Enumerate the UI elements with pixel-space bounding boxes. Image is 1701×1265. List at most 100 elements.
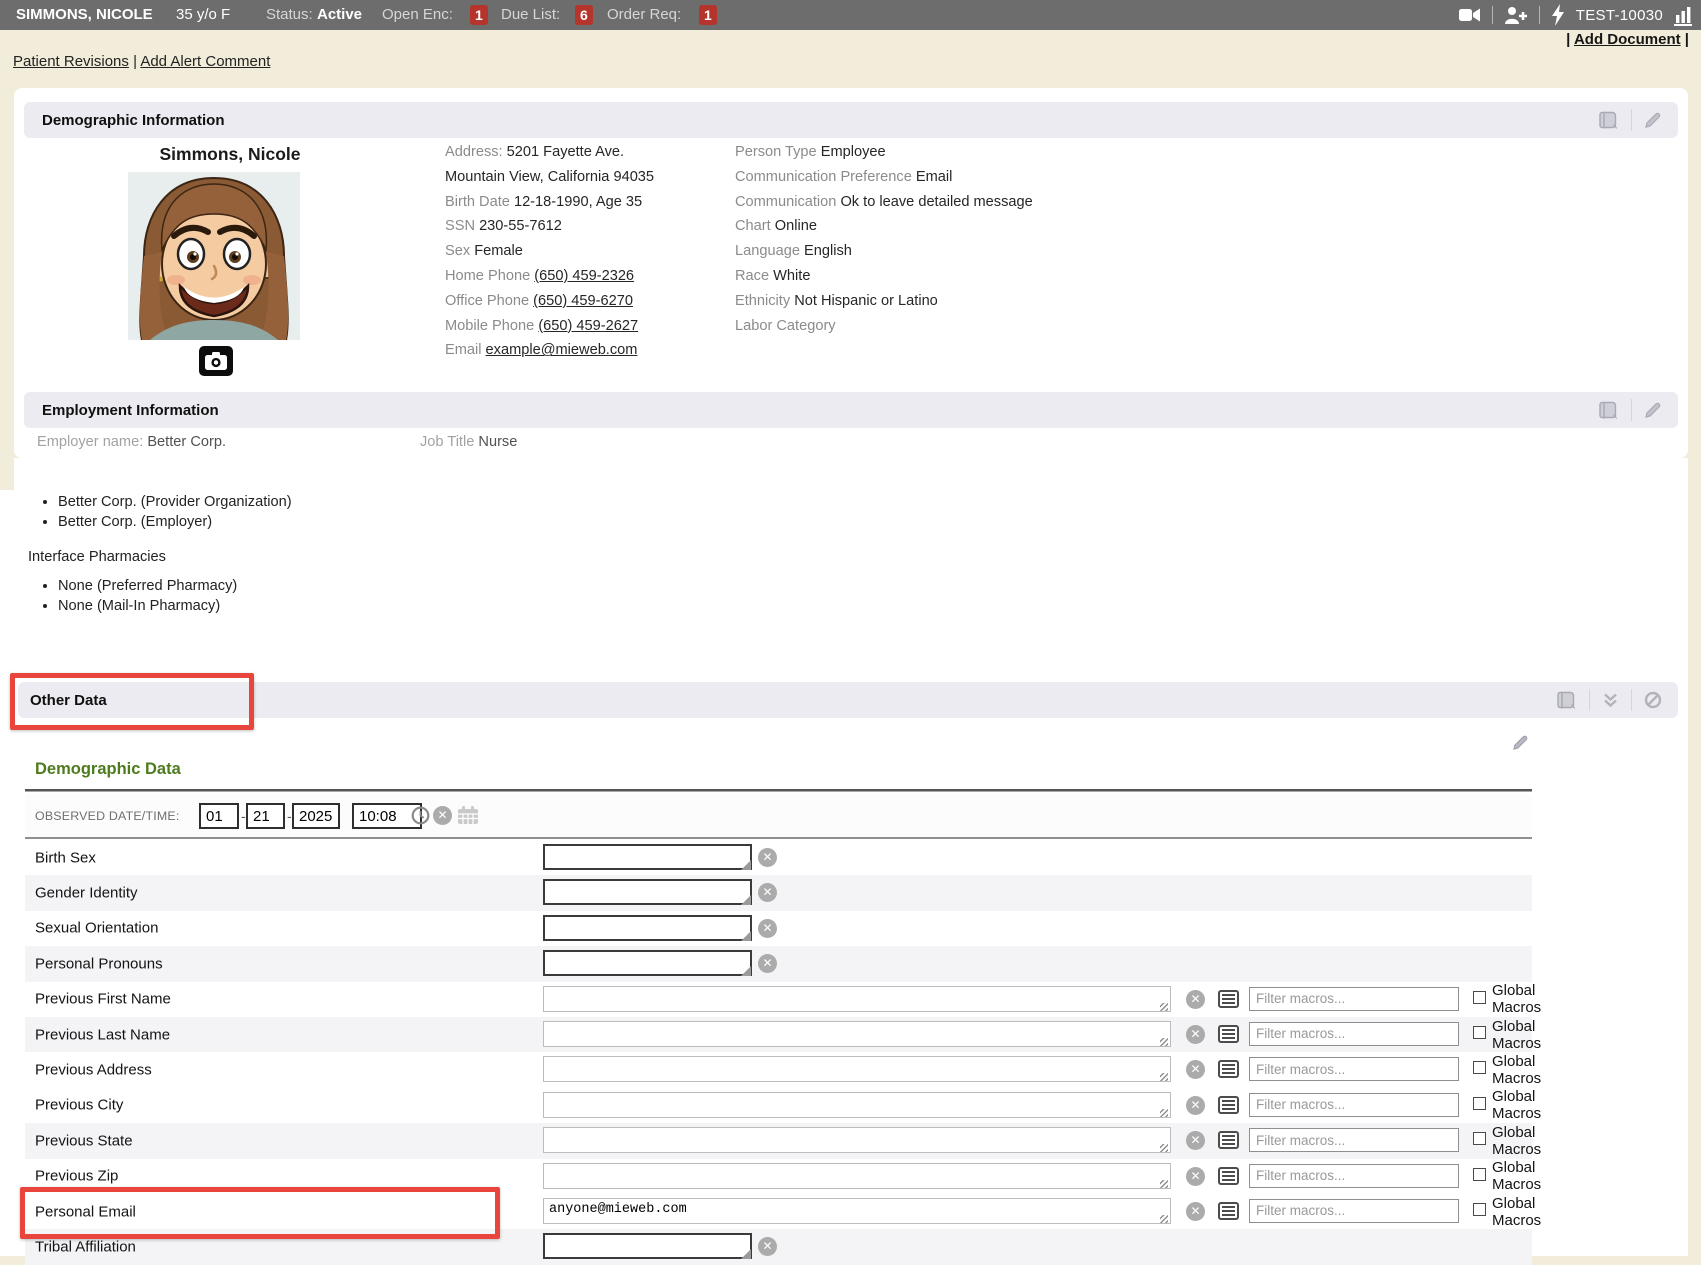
journal-icon[interactable] [1598, 401, 1619, 420]
clear-icon[interactable]: ✕ [758, 919, 777, 938]
order-req-label: Order Req: [607, 0, 681, 30]
info-field-person-type: Person Type Employee [735, 140, 1033, 165]
macro-list-icon[interactable] [1218, 1131, 1239, 1149]
row-label: Previous Address [35, 1062, 152, 1079]
disable-icon[interactable] [1644, 691, 1662, 709]
birth-sex-input[interactable] [543, 844, 752, 870]
filter-macros-input[interactable] [1249, 1022, 1459, 1046]
global-macros-checkbox[interactable] [1473, 1097, 1486, 1110]
previous-state-textarea[interactable] [543, 1127, 1171, 1153]
observed-year-input[interactable] [292, 803, 340, 829]
global-macros-checkbox[interactable] [1473, 1026, 1486, 1039]
field-label: Email [445, 342, 486, 358]
info-field-address-line2: Mountain View, California 94035 [445, 165, 654, 190]
clear-icon[interactable]: ✕ [758, 954, 777, 973]
row-label: Previous Last Name [35, 1026, 170, 1043]
journal-icon[interactable] [1556, 691, 1577, 710]
edit-photo-camera-button[interactable] [199, 346, 233, 376]
global-macros-checkbox[interactable] [1473, 1132, 1486, 1145]
add-person-icon[interactable] [1504, 5, 1528, 25]
resize-handle-icon[interactable] [1160, 1180, 1168, 1188]
journal-icon[interactable] [1598, 111, 1619, 130]
field-value-link[interactable]: (650) 459-2627 [538, 318, 638, 334]
observed-datetime-label: OBSERVED DATE/TIME: [35, 809, 179, 823]
filter-macros-input[interactable] [1249, 1057, 1459, 1081]
global-macros-checkbox[interactable] [1473, 1061, 1486, 1074]
previous-zip-textarea[interactable] [543, 1163, 1171, 1189]
row-label: Personal Email [35, 1203, 136, 1220]
list-line [1222, 1037, 1235, 1039]
row-label: Previous State [35, 1132, 133, 1149]
demographics-left-column: Address: 5201 Fayette Ave.Mountain View,… [445, 140, 654, 363]
gender-identity-input[interactable] [543, 879, 752, 905]
filter-macros-input[interactable] [1249, 1164, 1459, 1188]
previous-city-textarea[interactable] [543, 1092, 1171, 1118]
add-document-link[interactable]: Add Document [1574, 31, 1681, 48]
tribal-affiliation-input[interactable] [543, 1233, 752, 1259]
info-field-ssn: SSN 230-55-7612 [445, 214, 654, 239]
previous-first-name-textarea[interactable] [543, 986, 1171, 1012]
list-line [1222, 1206, 1235, 1208]
clear-icon[interactable]: ✕ [1186, 1131, 1205, 1150]
sexual-orientation-input[interactable] [543, 915, 752, 941]
field-label: Person Type [735, 144, 821, 160]
clear-icon[interactable]: ✕ [758, 883, 777, 902]
clear-icon[interactable]: ✕ [1186, 1060, 1205, 1079]
edit-pencil-icon[interactable] [1512, 734, 1529, 751]
field-value: Not Hispanic or Latino [794, 293, 938, 309]
resize-handle-icon[interactable] [1160, 1003, 1168, 1011]
calendar-icon[interactable] [457, 805, 479, 825]
bar-chart-icon[interactable] [1674, 5, 1693, 26]
macro-list-icon[interactable] [1218, 1167, 1239, 1185]
filter-macros-input[interactable] [1249, 987, 1459, 1011]
field-value-link[interactable]: (650) 459-6270 [533, 293, 633, 309]
resize-handle-icon[interactable] [1160, 1038, 1168, 1046]
global-macros-checkbox[interactable] [1473, 1168, 1486, 1181]
field-value-link[interactable]: (650) 459-2326 [534, 268, 634, 284]
field-value-link[interactable]: example@mieweb.com [486, 342, 638, 358]
clear-icon[interactable]: ✕ [758, 848, 777, 867]
previous-last-name-textarea[interactable] [543, 1021, 1171, 1047]
clear-icon[interactable]: ✕ [1186, 1167, 1205, 1186]
clear-icon[interactable]: ✕ [1186, 1025, 1205, 1044]
lightning-bolt-icon[interactable] [1551, 4, 1565, 26]
macro-list-icon[interactable] [1218, 1060, 1239, 1078]
edit-pencil-icon[interactable] [1644, 111, 1662, 129]
filter-macros-input[interactable] [1249, 1093, 1459, 1117]
clear-icon[interactable]: ✕ [1186, 1202, 1205, 1221]
global-macros-checkbox[interactable] [1473, 1203, 1486, 1216]
order-req-badge[interactable]: 1 [699, 5, 717, 25]
patient-revisions-link[interactable]: Patient Revisions [13, 53, 129, 70]
personal-pronouns-input[interactable] [543, 950, 752, 976]
due-list-badge[interactable]: 6 [575, 5, 593, 25]
video-camera-icon[interactable] [1458, 5, 1481, 25]
macro-list-icon[interactable] [1218, 1202, 1239, 1220]
resize-handle-icon[interactable] [1160, 1215, 1168, 1223]
edit-pencil-icon[interactable] [1644, 401, 1662, 419]
observed-month-input[interactable] [199, 803, 239, 829]
clear-icon[interactable]: ✕ [758, 1237, 777, 1256]
field-value: 12-18-1990, Age 35 [514, 194, 642, 210]
collapse-chevrons-icon[interactable] [1602, 692, 1619, 708]
global-macros-checkbox[interactable] [1473, 991, 1486, 1004]
clock-icon[interactable] [411, 806, 430, 825]
clear-datetime-icon[interactable]: ✕ [433, 806, 452, 825]
filter-macros-input[interactable] [1249, 1128, 1459, 1152]
divider [1631, 399, 1632, 421]
previous-address-textarea[interactable] [543, 1056, 1171, 1082]
resize-handle-icon[interactable] [1160, 1109, 1168, 1117]
resize-handle-icon[interactable] [1160, 1144, 1168, 1152]
macro-list-icon[interactable] [1218, 1096, 1239, 1114]
filter-macros-input[interactable] [1249, 1199, 1459, 1223]
macro-list-icon[interactable] [1218, 990, 1239, 1008]
clear-icon[interactable]: ✕ [1186, 1096, 1205, 1115]
employment-information-header: Employment Information [24, 392, 1678, 428]
add-alert-comment-link[interactable]: Add Alert Comment [140, 53, 270, 70]
open-enc-badge[interactable]: 1 [470, 5, 488, 25]
clear-icon[interactable]: ✕ [1186, 990, 1205, 1009]
info-field-race: Race White [735, 264, 1033, 289]
personal-email-textarea[interactable] [543, 1198, 1171, 1224]
macro-list-icon[interactable] [1218, 1025, 1239, 1043]
resize-handle-icon[interactable] [1160, 1073, 1168, 1081]
observed-day-input[interactable] [246, 803, 285, 829]
